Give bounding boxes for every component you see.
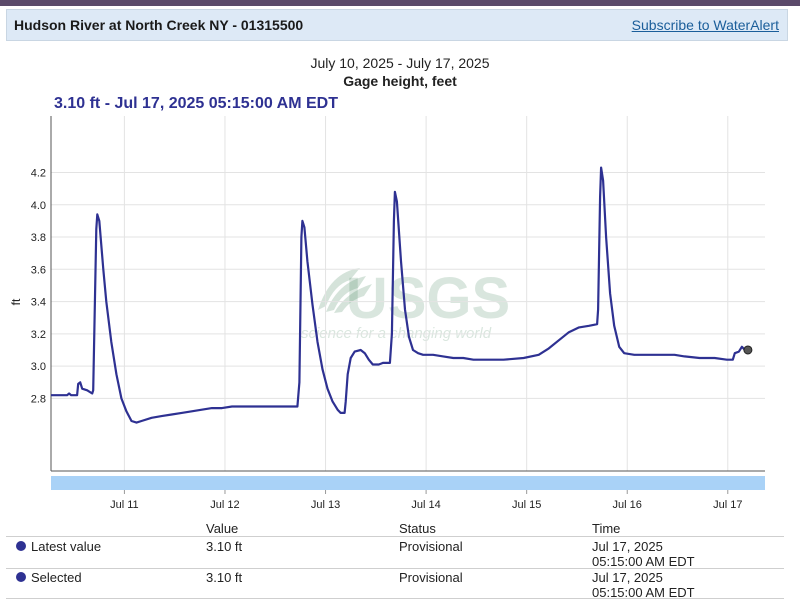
series-dot-icon <box>16 541 26 551</box>
navigator-bar[interactable] <box>51 476 765 490</box>
x-tick-label: Jul 11 <box>110 499 139 511</box>
y-tick-label: 4.2 <box>31 167 46 179</box>
y-tick-label: 3.2 <box>31 329 46 341</box>
y-tick-label: 3.8 <box>31 232 46 244</box>
x-tick-label: Jul 14 <box>411 499 440 511</box>
usgs-logo-text: USGS <box>346 266 510 331</box>
row-status: Provisional <box>399 539 463 554</box>
row-label: Selected <box>31 570 82 585</box>
x-tick-label: Jul 12 <box>210 499 239 511</box>
y-tick-label: 4.0 <box>31 200 46 212</box>
row-time: 05:15:00 AM EDT <box>592 554 695 569</box>
row-divider <box>6 598 784 599</box>
y-tick-label: 3.4 <box>31 297 46 309</box>
x-tick-label: Jul 13 <box>311 499 340 511</box>
x-tick-label: Jul 16 <box>613 499 642 511</box>
x-tick-label: Jul 17 <box>713 499 742 511</box>
row-value: 3.10 ft <box>206 570 243 585</box>
table-row-latest: Latest value 3.10 ft Provisional Jul 17,… <box>0 537 784 569</box>
row-label: Latest value <box>31 539 102 554</box>
row-value: 3.10 ft <box>206 539 243 554</box>
y-tick-label: 3.6 <box>31 264 46 276</box>
row-date: Jul 17, 2025 <box>592 539 663 554</box>
latest-value-marker <box>743 345 753 355</box>
gage-height-chart[interactable]: USGS science for a changing world 2.83.0… <box>0 0 800 515</box>
series-dot-icon <box>16 572 26 582</box>
y-tick-label: 2.8 <box>31 393 46 405</box>
row-status: Provisional <box>399 570 463 585</box>
row-date: Jul 17, 2025 <box>592 570 663 585</box>
y-axis-label: ft <box>9 298 23 305</box>
x-tick-labels: Jul 11 Jul 12 Jul 13 Jul 14 Jul 15 Jul 16 Jul … <box>110 490 742 511</box>
y-tick-labels: 2.8 3.0 3.2 3.4 3.6 3.8 4.0 4.2 <box>31 167 46 405</box>
header-time: Time <box>592 521 621 536</box>
header-value: Value <box>206 521 239 536</box>
y-tick-label: 3.0 <box>31 361 46 373</box>
header-status: Status <box>399 521 436 536</box>
table-row-selected: Selected 3.10 ft Provisional Jul 17, 202… <box>0 568 784 600</box>
x-tick-label: Jul 15 <box>512 499 541 511</box>
